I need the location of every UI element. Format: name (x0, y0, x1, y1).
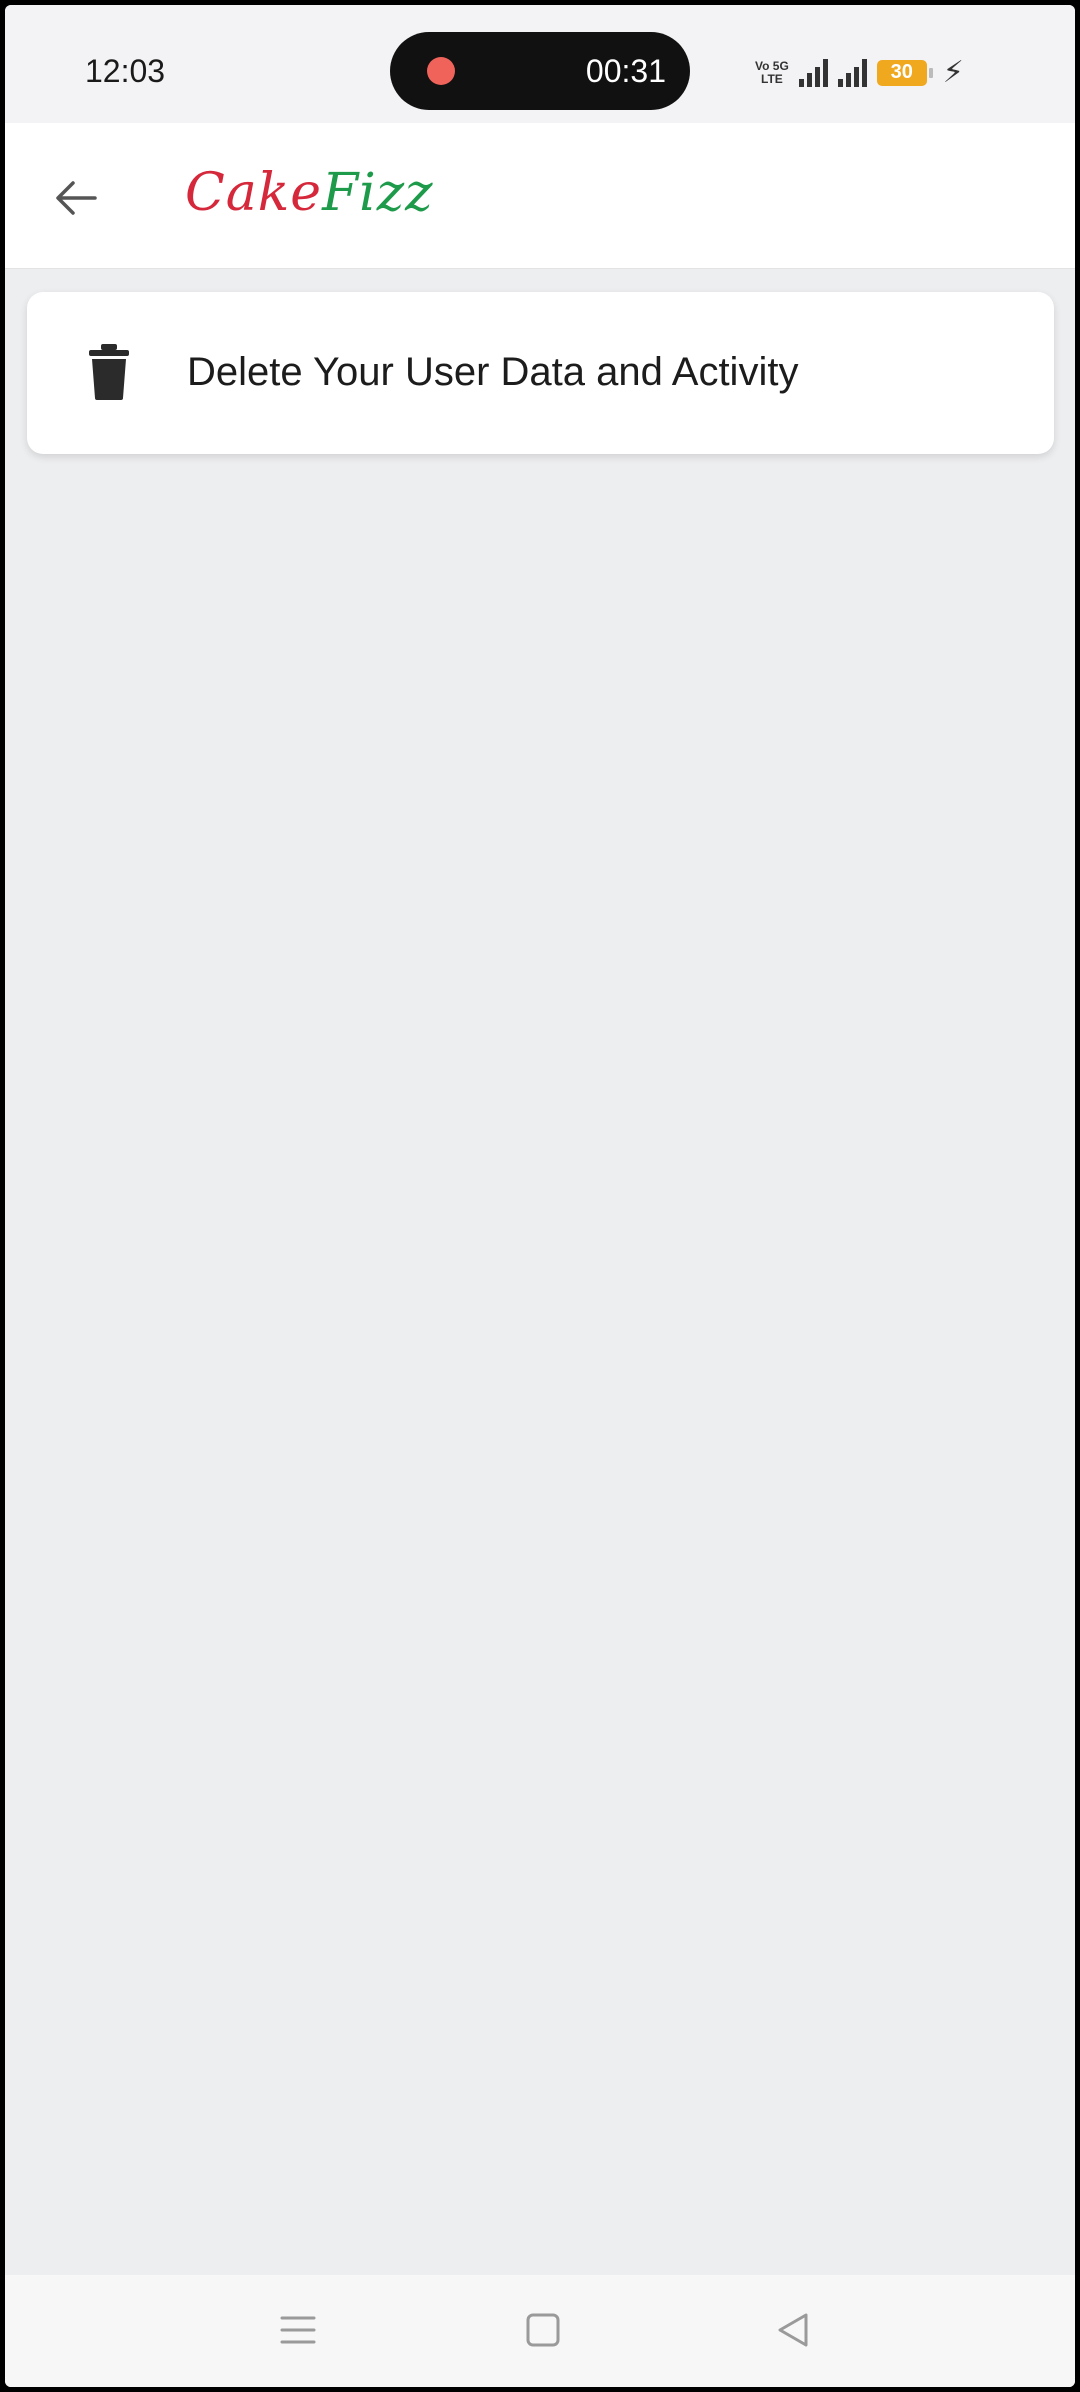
trash-icon (89, 344, 129, 400)
status-bar: 12:03 00:31 Vo 5G LTE 30 ⚡ (5, 5, 1075, 123)
square-icon (526, 2313, 560, 2347)
network-line2: LTE (761, 71, 783, 86)
signal-strength-icon (798, 58, 828, 87)
logo-fizz: Fizz (322, 163, 434, 223)
delete-user-data-label: Delete Your User Data and Activity (187, 350, 799, 394)
app-logo: CakeFizz (185, 163, 434, 223)
network-line1: Vo 5G (755, 58, 789, 73)
status-time: 12:03 (85, 53, 166, 89)
back-button[interactable] (45, 171, 105, 225)
menu-lines-icon (280, 2316, 316, 2344)
system-nav-bar (5, 2275, 1075, 2387)
status-icons: Vo 5G LTE 30 ⚡ (755, 55, 964, 90)
app-bar: CakeFizz (5, 123, 1075, 269)
battery-level: 30 (890, 61, 913, 83)
recording-time: 00:31 (585, 53, 666, 89)
screen: 12:03 00:31 Vo 5G LTE 30 ⚡ CakeFizz Dele… (5, 5, 1075, 2387)
charging-bolt-icon: ⚡ (942, 56, 964, 89)
nav-back-button[interactable] (765, 2305, 821, 2355)
signal-strength-icon-2 (837, 58, 867, 87)
battery-icon: 30 (876, 59, 933, 86)
network-type-label: Vo 5G LTE (755, 58, 789, 86)
recents-button[interactable] (270, 2305, 326, 2355)
arrow-left-icon (56, 181, 97, 215)
screen-recording-pill[interactable]: 00:31 (390, 32, 690, 110)
delete-user-data-card[interactable]: Delete Your User Data and Activity (27, 292, 1054, 454)
record-dot-icon (427, 57, 455, 85)
logo-cake: Cake (185, 163, 323, 223)
home-button[interactable] (515, 2305, 571, 2355)
triangle-back-icon (778, 2313, 808, 2347)
